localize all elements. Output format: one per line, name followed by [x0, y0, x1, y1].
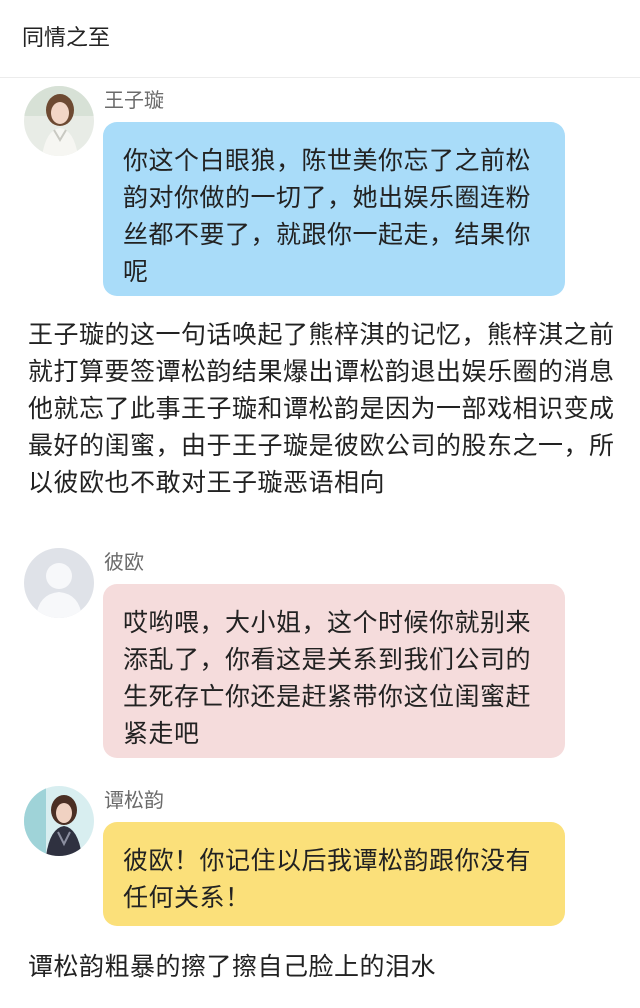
avatar-photo-icon: [24, 86, 94, 156]
avatar-wang-zixuan[interactable]: [24, 86, 94, 156]
message-bubble: 彼欧！你记住以后我谭松韵跟你没有任何关系！: [103, 822, 565, 926]
avatar-photo-icon: [24, 786, 94, 856]
sender-name: 谭松韵: [104, 788, 164, 812]
message-bubble: 哎哟喂，大小姐，这个时候你就别来添乱了，你看这是关系到我们公司的生死存亡你还是赶…: [103, 584, 565, 758]
sender-name: 彼欧: [104, 550, 144, 574]
avatar-tan-songyun[interactable]: [24, 786, 94, 856]
narration-paragraph: 谭松韵粗暴的擦了擦自己脸上的泪水: [28, 952, 437, 981]
chat-story-page: 同情之至 王子璇 你这个白眼狼，陈世美你忘了之前松韵对你做的一切了，她出娱乐圈连…: [0, 0, 640, 1008]
top-bar: 同情之至: [0, 0, 640, 78]
narration-paragraph: 王子璇的这一句话唤起了熊梓淇的记忆，熊梓淇之前就打算要签谭松韵结果爆出谭松韵退出…: [28, 320, 615, 497]
sender-name: 王子璇: [104, 88, 164, 112]
message-bubble: 你这个白眼狼，陈世美你忘了之前松韵对你做的一切了，她出娱乐圈连粉丝都不要了，就跟…: [103, 122, 565, 296]
page-title: 同情之至: [22, 26, 111, 51]
default-user-icon: [24, 548, 94, 618]
avatar-bi-ou[interactable]: [24, 548, 94, 618]
